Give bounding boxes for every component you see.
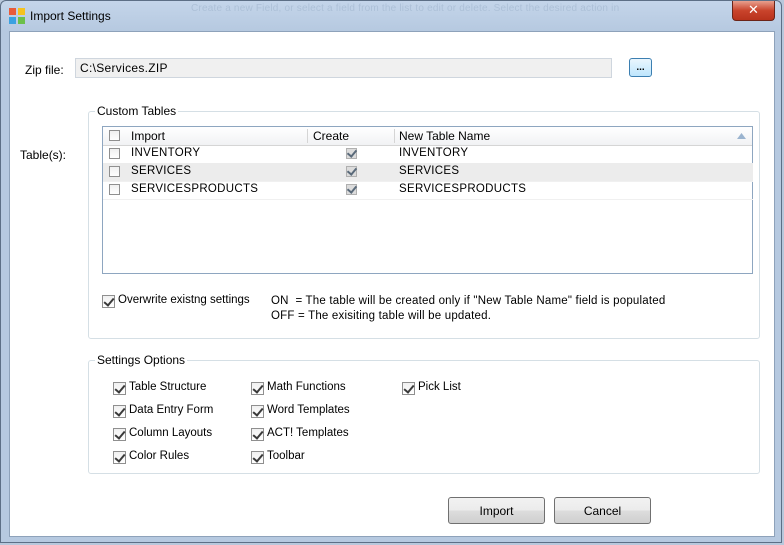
option-column-layouts[interactable]: Column Layouts xyxy=(113,427,233,443)
sort-ascending-icon xyxy=(737,133,746,139)
option-label: Data Entry Form xyxy=(129,404,214,416)
option-data-entry-form[interactable]: Data Entry Form xyxy=(113,404,233,420)
row-import-checkbox[interactable] xyxy=(109,184,120,195)
title-bar: Import Settings Create a new Field, or s… xyxy=(1,1,781,31)
option-label: ACT! Templates xyxy=(267,427,349,439)
option-checkbox[interactable] xyxy=(113,405,126,418)
option-label: Toolbar xyxy=(267,450,305,462)
option-math-functions[interactable]: Math Functions xyxy=(251,381,371,397)
table-row[interactable]: SERVICESPRODUCTS SERVICESPRODUCTS xyxy=(103,181,753,200)
option-checkbox[interactable] xyxy=(113,382,126,395)
overwrite-settings-checkbox[interactable] xyxy=(102,295,115,308)
row-import-name: SERVICES xyxy=(131,165,192,177)
option-label: Math Functions xyxy=(267,381,346,393)
cancel-button[interactable]: Cancel xyxy=(554,497,651,524)
row-new-table-name[interactable]: SERVICES xyxy=(399,165,459,177)
row-import-checkbox[interactable] xyxy=(109,148,120,159)
option-checkbox[interactable] xyxy=(251,405,264,418)
browse-button[interactable]: ... xyxy=(629,58,652,77)
column-header-new-table-name[interactable]: New Table Name xyxy=(399,129,490,143)
option-toolbar[interactable]: Toolbar xyxy=(251,450,371,466)
row-create-checkbox[interactable] xyxy=(346,184,357,195)
import-button[interactable]: Import xyxy=(448,497,545,524)
option-checkbox[interactable] xyxy=(251,382,264,395)
window-title: Import Settings xyxy=(30,9,111,23)
row-create-checkbox[interactable] xyxy=(346,166,357,177)
option-checkbox[interactable] xyxy=(402,382,415,395)
row-import-name: SERVICESPRODUCTS xyxy=(131,183,259,195)
note-on: ON = The table will be created only if "… xyxy=(271,295,666,307)
column-header-create[interactable]: Create xyxy=(313,129,349,143)
overwrite-settings-option[interactable]: Overwrite existng settings xyxy=(102,294,262,310)
row-create-checkbox[interactable] xyxy=(346,148,357,159)
option-pick-list[interactable]: Pick List xyxy=(402,381,502,397)
note-off: OFF = The exisiting table will be update… xyxy=(271,310,492,322)
zip-file-label: Zip file: xyxy=(25,63,64,77)
option-color-rules[interactable]: Color Rules xyxy=(113,450,233,466)
tables-label: Table(s): xyxy=(20,148,67,162)
grid-header: Import Create New Table Name xyxy=(103,127,752,146)
zip-file-input[interactable]: C:\Services.ZIP xyxy=(75,58,612,78)
import-settings-window: Import Settings Create a new Field, or s… xyxy=(0,0,782,543)
column-divider xyxy=(307,129,308,143)
table-row[interactable]: SERVICES SERVICES xyxy=(103,163,753,182)
option-label: Word Templates xyxy=(267,404,350,416)
row-import-checkbox[interactable] xyxy=(109,166,120,177)
column-divider xyxy=(394,129,395,143)
option-label: Pick List xyxy=(418,381,461,393)
close-button[interactable]: ✕ xyxy=(732,1,775,21)
option-label: Column Layouts xyxy=(129,427,213,439)
row-import-name: INVENTORY xyxy=(131,147,201,159)
column-header-import[interactable]: Import xyxy=(131,129,165,143)
overwrite-settings-label: Overwrite existng settings xyxy=(118,294,250,306)
select-all-checkbox[interactable] xyxy=(109,130,120,141)
tables-grid[interactable]: Import Create New Table Name INVENTORY I… xyxy=(102,126,753,274)
table-row[interactable]: INVENTORY INVENTORY xyxy=(103,145,753,164)
settings-options-title: Settings Options xyxy=(95,353,188,367)
option-act-templates[interactable]: ACT! Templates xyxy=(251,427,371,443)
row-new-table-name[interactable]: SERVICESPRODUCTS xyxy=(399,183,526,195)
option-checkbox[interactable] xyxy=(113,451,126,464)
option-checkbox[interactable] xyxy=(113,428,126,441)
dialog-body: Zip file: C:\Services.ZIP ... Custom Tab… xyxy=(9,31,775,537)
ellipsis-icon: ... xyxy=(636,61,645,73)
option-checkbox[interactable] xyxy=(251,451,264,464)
custom-tables-title: Custom Tables xyxy=(95,104,179,118)
background-window-text: Create a new Field, or select a field fr… xyxy=(191,3,620,14)
close-icon: ✕ xyxy=(748,3,759,18)
option-label: Table Structure xyxy=(129,381,207,393)
row-new-table-name[interactable]: INVENTORY xyxy=(399,147,468,159)
option-label: Color Rules xyxy=(129,450,190,462)
option-word-templates[interactable]: Word Templates xyxy=(251,404,371,420)
option-table-structure[interactable]: Table Structure xyxy=(113,381,233,397)
app-icon xyxy=(9,8,25,24)
option-checkbox[interactable] xyxy=(251,428,264,441)
